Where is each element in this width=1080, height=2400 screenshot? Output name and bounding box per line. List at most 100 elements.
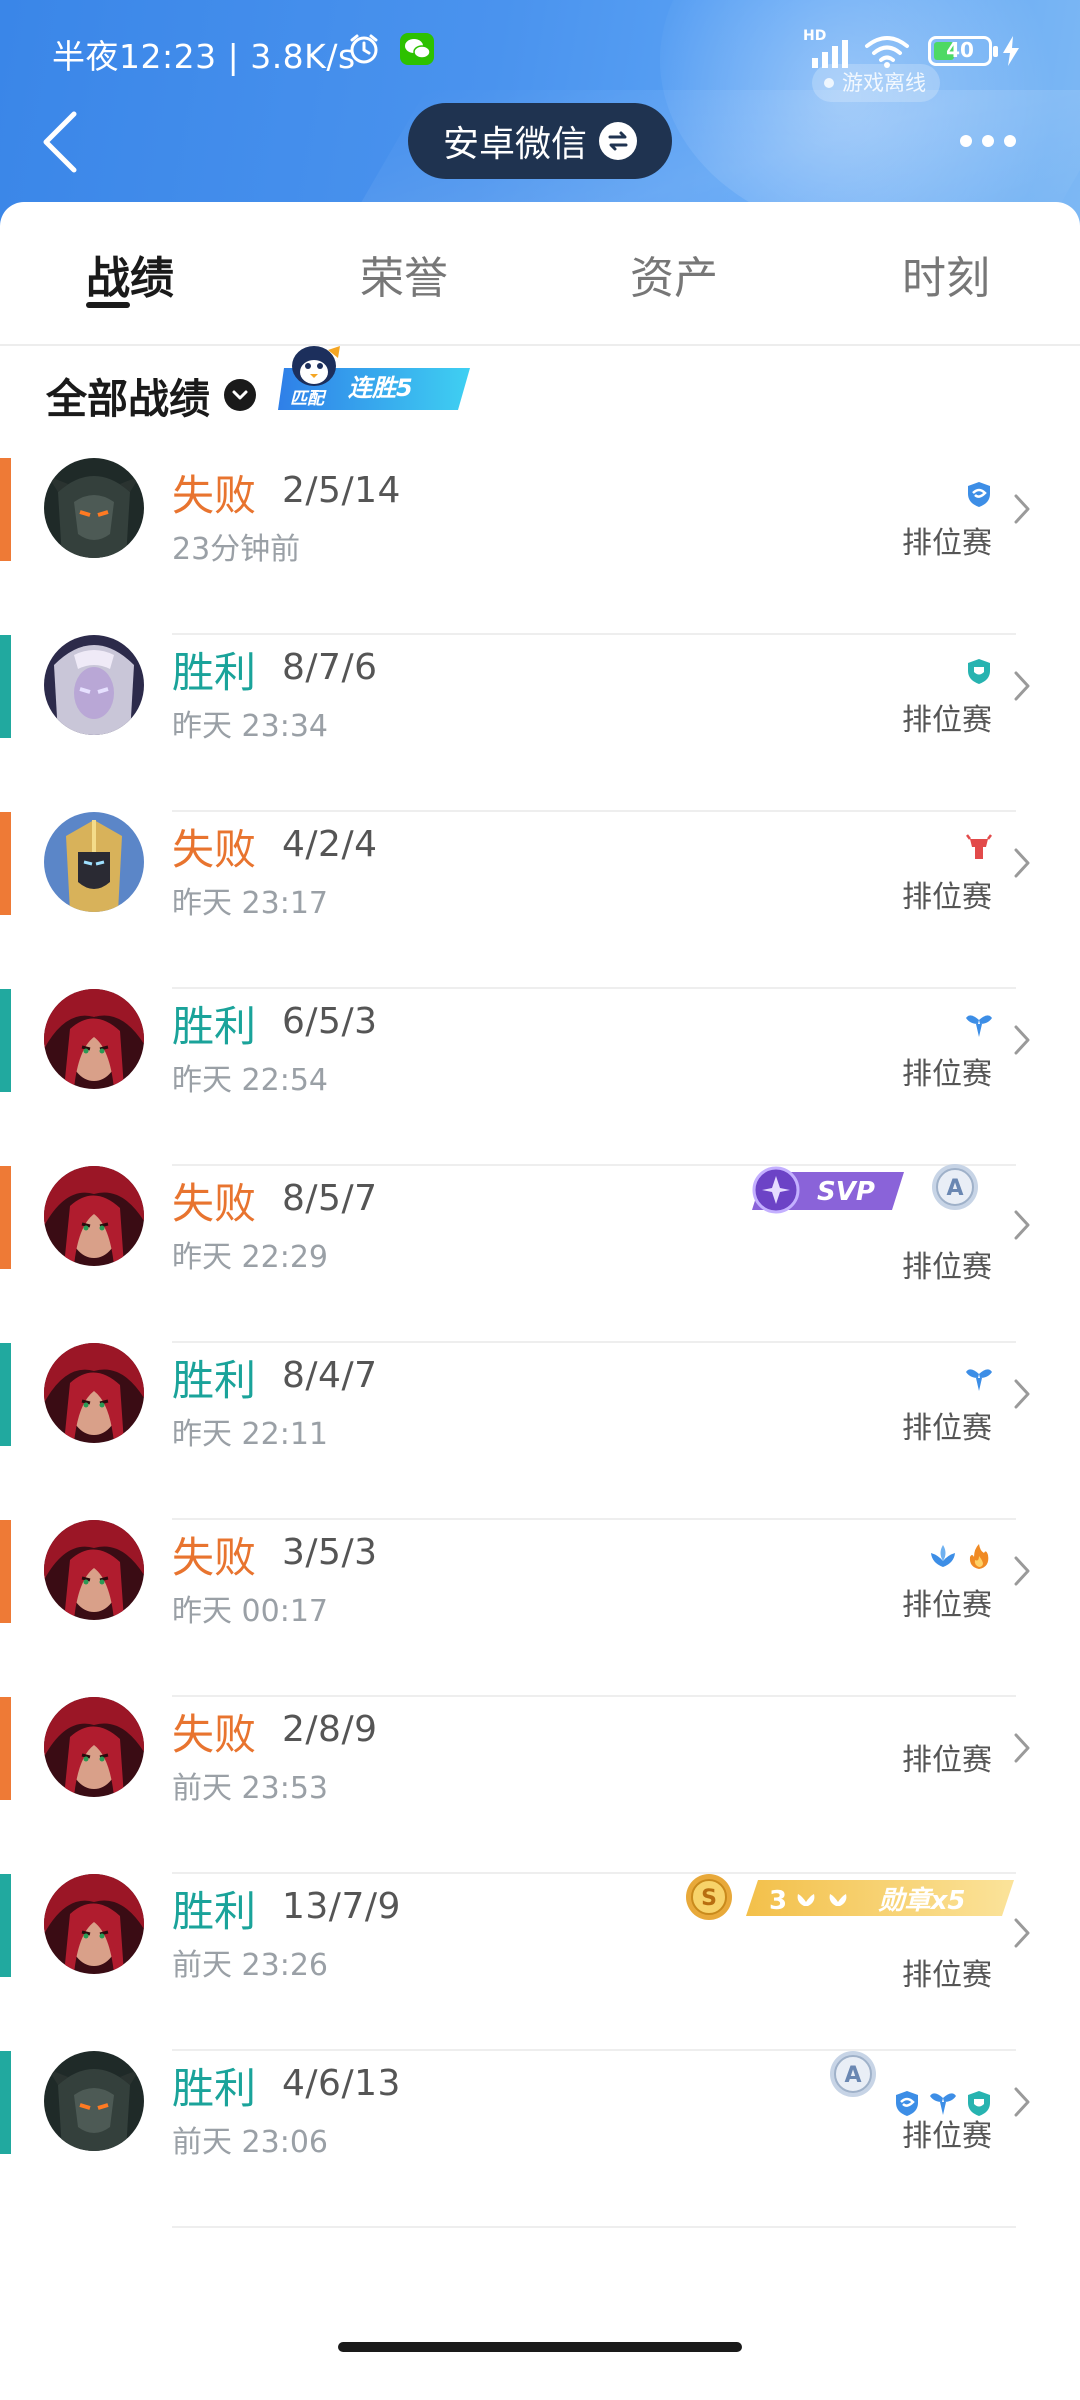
match-row[interactable]: 失败 2/8/9 前天 23:53 排位赛 xyxy=(0,1697,1080,1874)
active-tab-indicator xyxy=(86,302,130,308)
match-tag-icons xyxy=(928,1536,994,1576)
wings-icon xyxy=(930,2093,956,2115)
offline-label: 游戏离线 xyxy=(842,71,926,95)
svg-text:A: A xyxy=(844,2063,861,2088)
match-tag-icons xyxy=(964,651,994,691)
tab-honor[interactable]: 荣誉 xyxy=(360,242,448,306)
match-mode: 排位赛 xyxy=(902,526,992,561)
match-result: 失败 xyxy=(172,825,257,874)
match-kda: 4/2/4 xyxy=(282,824,378,865)
battery-icon: 40 xyxy=(928,36,998,66)
chevron-right-icon xyxy=(1014,1210,1030,1240)
match-kda: 8/4/7 xyxy=(282,1355,378,1396)
status-time: 半夜12:23 | 3.8K/s xyxy=(52,37,356,76)
match-mode: 排位赛 xyxy=(902,1250,992,1285)
hero-avatar xyxy=(44,1166,144,1266)
dot-icon xyxy=(960,135,972,147)
chevron-right-icon xyxy=(1014,2087,1030,2117)
match-kda: 8/5/7 xyxy=(282,1178,378,1219)
back-button[interactable] xyxy=(40,110,80,174)
home-indicator[interactable] xyxy=(338,2342,742,2352)
wifi-icon xyxy=(865,36,909,68)
tab-record[interactable]: 战绩 xyxy=(86,242,174,306)
result-color-bar xyxy=(0,1874,11,1977)
shield-swirl-icon xyxy=(968,482,990,507)
match-kda: 6/5/3 xyxy=(282,1001,378,1042)
honor-text: 勋章x5 xyxy=(878,1886,966,1916)
svp-badge: SVP xyxy=(752,1166,904,1214)
filter-label: 全部战绩 xyxy=(46,375,210,423)
result-color-bar xyxy=(0,1166,11,1269)
match-time: 前天 23:26 xyxy=(172,1948,328,1983)
result-color-bar xyxy=(0,812,11,915)
match-kda: 2/8/9 xyxy=(282,1709,378,1750)
wechat-icon xyxy=(400,33,434,65)
match-row[interactable]: 胜利 6/5/3 昨天 22:54 排位赛 xyxy=(0,989,1080,1166)
tab-moments[interactable]: 时刻 xyxy=(902,242,990,306)
more-options-button[interactable] xyxy=(960,130,1020,152)
chevron-right-icon xyxy=(1014,1556,1030,1586)
match-row[interactable]: 失败 2/5/14 23分钟前 排位赛 xyxy=(0,458,1080,635)
dot-icon xyxy=(982,135,994,147)
honor-medal-badge: 3 勋章x5 xyxy=(746,1880,1014,1916)
match-mode: 排位赛 xyxy=(902,1958,992,1993)
wings-icon xyxy=(966,1015,992,1037)
result-color-bar xyxy=(0,635,11,738)
match-mode: 排位赛 xyxy=(902,880,992,915)
result-color-bar xyxy=(0,1697,11,1800)
alarm-icon xyxy=(350,34,378,64)
match-row[interactable]: 失败 8/5/7 昨天 22:29 排位赛 SVP A xyxy=(0,1164,1080,1343)
match-row[interactable]: 胜利 8/4/7 昨天 22:11 排位赛 xyxy=(0,1343,1080,1520)
match-row[interactable]: 胜利 13/7/9 前天 23:26 排位赛 S 3 勋章x5 xyxy=(0,1874,1080,2051)
offline-status-tag: 游戏离线 xyxy=(812,64,940,102)
match-mode: 排位赛 xyxy=(902,1743,992,1778)
hero-avatar xyxy=(44,2051,144,2151)
match-tag-icons xyxy=(892,2083,994,2123)
match-row[interactable]: 失败 4/2/4 昨天 23:17 排位赛 xyxy=(0,812,1080,989)
charging-icon xyxy=(1003,36,1019,66)
hero-avatar xyxy=(44,812,144,912)
match-result: 失败 xyxy=(172,1710,257,1759)
match-time: 昨天 22:54 xyxy=(172,1063,328,1098)
streak-mode-text: 匹配 xyxy=(290,389,327,409)
result-color-bar xyxy=(0,2051,11,2154)
match-result: 胜利 xyxy=(172,1356,257,1405)
chevron-right-icon xyxy=(1014,1918,1030,1948)
record-filter-dropdown[interactable]: 全部战绩 xyxy=(46,360,256,430)
match-tag-icons xyxy=(964,474,994,514)
shield-badge-icon xyxy=(968,659,990,684)
chevron-right-icon xyxy=(1014,1025,1030,1055)
match-row[interactable]: 胜利 4/6/13 前天 23:06 排位赛 A xyxy=(0,2051,1080,2228)
dot-icon xyxy=(1004,135,1016,147)
result-color-bar xyxy=(0,1520,11,1623)
match-result: 胜利 xyxy=(172,1002,257,1051)
tab-assets[interactable]: 资产 xyxy=(630,242,718,306)
match-result: 胜利 xyxy=(172,1887,257,1936)
hero-avatar xyxy=(44,1697,144,1797)
flame-icon xyxy=(969,1544,989,1569)
shield-badge-icon xyxy=(968,2091,990,2116)
chevron-right-icon xyxy=(1014,848,1030,878)
hero-avatar xyxy=(44,458,144,558)
match-time: 昨天 23:17 xyxy=(172,886,328,921)
account-switch-button[interactable]: 安卓微信 xyxy=(408,103,672,179)
account-label: 安卓微信 xyxy=(442,124,587,165)
hero-avatar xyxy=(44,1343,144,1443)
match-row[interactable]: 失败 3/5/3 昨天 00:17 排位赛 xyxy=(0,1520,1080,1697)
match-time: 前天 23:53 xyxy=(172,1771,328,1806)
shield-swirl-icon xyxy=(896,2091,918,2116)
hero-avatar xyxy=(44,1520,144,1620)
red-tower-icon xyxy=(966,834,992,859)
medal-s-icon: S xyxy=(684,1872,734,1922)
match-result: 失败 xyxy=(172,1179,257,1228)
medal-a-icon: A xyxy=(828,2049,878,2099)
match-row[interactable]: 胜利 8/7/6 昨天 23:34 排位赛 xyxy=(0,635,1080,812)
streak-text: 连胜5 xyxy=(348,374,413,402)
match-mode: 排位赛 xyxy=(902,1411,992,1446)
match-time: 昨天 23:34 xyxy=(172,709,328,744)
result-color-bar xyxy=(0,1343,11,1446)
svg-text:A: A xyxy=(946,1176,963,1201)
honor-count: 3 xyxy=(769,1886,787,1916)
battery-level: 40 xyxy=(946,38,974,62)
chevron-right-icon xyxy=(1014,494,1030,524)
